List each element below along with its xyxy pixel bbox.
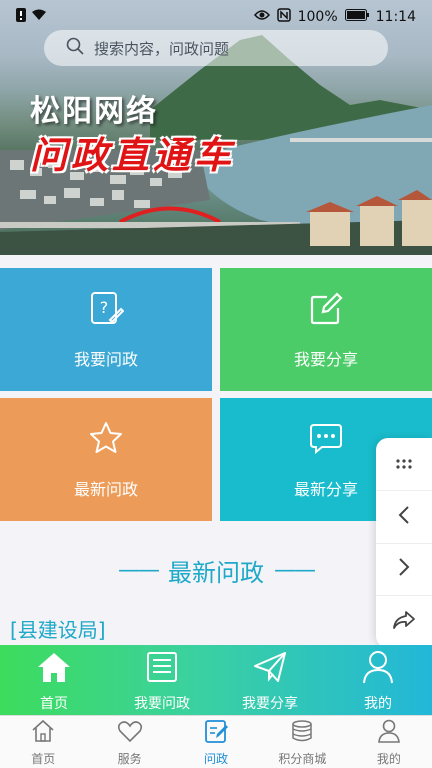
- user-icon: [360, 649, 396, 689]
- search-icon: [66, 37, 84, 59]
- nav-wenzheng[interactable]: 问政: [173, 716, 259, 768]
- quick-label: 我要问政: [134, 696, 190, 712]
- quick-label: 我的: [364, 696, 392, 712]
- star-icon: [88, 420, 124, 460]
- chat-dots-icon: [308, 420, 344, 460]
- clock: 11:14: [375, 9, 416, 25]
- chevron-left-icon: [398, 505, 410, 529]
- nfc-icon: [276, 8, 291, 26]
- nav-points-mall[interactable]: 积分商城: [259, 716, 345, 768]
- coins-icon: [289, 718, 315, 747]
- more-button[interactable]: [376, 438, 432, 491]
- sim-alert-icon: [16, 8, 26, 26]
- tile-label: 我要问政: [73, 349, 138, 369]
- chevron-right-icon: [398, 557, 410, 581]
- document-icon: [144, 649, 180, 689]
- tile-share[interactable]: 我要分享: [220, 268, 432, 391]
- nav-mine[interactable]: 我的: [346, 716, 432, 768]
- banner-title-line1: 松阳网络: [30, 94, 158, 129]
- heading-dash-right: ——: [274, 557, 316, 583]
- banner-title-line2: 问政直通车: [30, 133, 235, 177]
- home-outline-icon: [30, 718, 56, 747]
- category-label[interactable]: [县建设局]: [10, 614, 106, 643]
- edit-icon: [203, 718, 229, 747]
- nav-label: 我的: [376, 751, 401, 766]
- nav-label: 积分商城: [278, 751, 327, 766]
- bottom-nav: 首页 服务 问政 积分商城 我的: [0, 715, 432, 768]
- search-placeholder: 搜索内容，问政问题: [94, 39, 230, 58]
- wifi-icon: [32, 9, 46, 25]
- grid-dots-icon: [395, 454, 413, 473]
- nav-home[interactable]: 首页: [0, 716, 86, 768]
- nav-label: 服务: [117, 751, 142, 766]
- user-outline-icon: [376, 718, 402, 747]
- tile-ask-question[interactable]: ? 我要问政: [0, 268, 212, 391]
- nav-service[interactable]: 服务: [86, 716, 172, 768]
- share-button[interactable]: [376, 596, 432, 648]
- quick-label: 我要分享: [242, 696, 298, 712]
- tile-label: 最新分享: [293, 479, 358, 499]
- question-edit-icon: ?: [88, 290, 125, 330]
- section-title: 最新问政: [168, 558, 264, 587]
- heart-icon: [117, 718, 143, 747]
- quick-mine[interactable]: 我的: [324, 645, 432, 715]
- battery-percent: 100%: [297, 9, 338, 25]
- nav-label: 问政: [204, 751, 229, 766]
- share-arrow-icon: [392, 610, 416, 634]
- paper-plane-icon: [252, 649, 288, 689]
- quick-home[interactable]: 首页: [0, 645, 108, 715]
- svg-text:?: ?: [100, 298, 109, 317]
- edit-square-icon: [308, 290, 344, 330]
- quick-ask[interactable]: 我要问政: [108, 645, 216, 715]
- status-bar: 100% 11:14: [0, 0, 432, 34]
- back-button[interactable]: [376, 491, 432, 544]
- battery-icon: [344, 9, 369, 25]
- eye-icon: [253, 9, 270, 25]
- search-bar[interactable]: 搜索内容，问政问题: [44, 30, 388, 66]
- tile-latest-questions[interactable]: 最新问政: [0, 398, 212, 521]
- quick-action-bar: 首页 我要问政 我要分享 我的: [0, 645, 432, 715]
- home-icon: [36, 649, 72, 689]
- quick-label: 首页: [40, 696, 68, 712]
- section-heading: —— 最新问政 ——: [0, 550, 432, 590]
- tile-label: 我要分享: [293, 349, 358, 369]
- heading-dash-left: ——: [118, 557, 160, 583]
- tile-label: 最新问政: [73, 479, 138, 499]
- nav-label: 首页: [31, 751, 56, 766]
- floating-side-panel: [376, 438, 432, 648]
- forward-button[interactable]: [376, 544, 432, 597]
- quick-share[interactable]: 我要分享: [216, 645, 324, 715]
